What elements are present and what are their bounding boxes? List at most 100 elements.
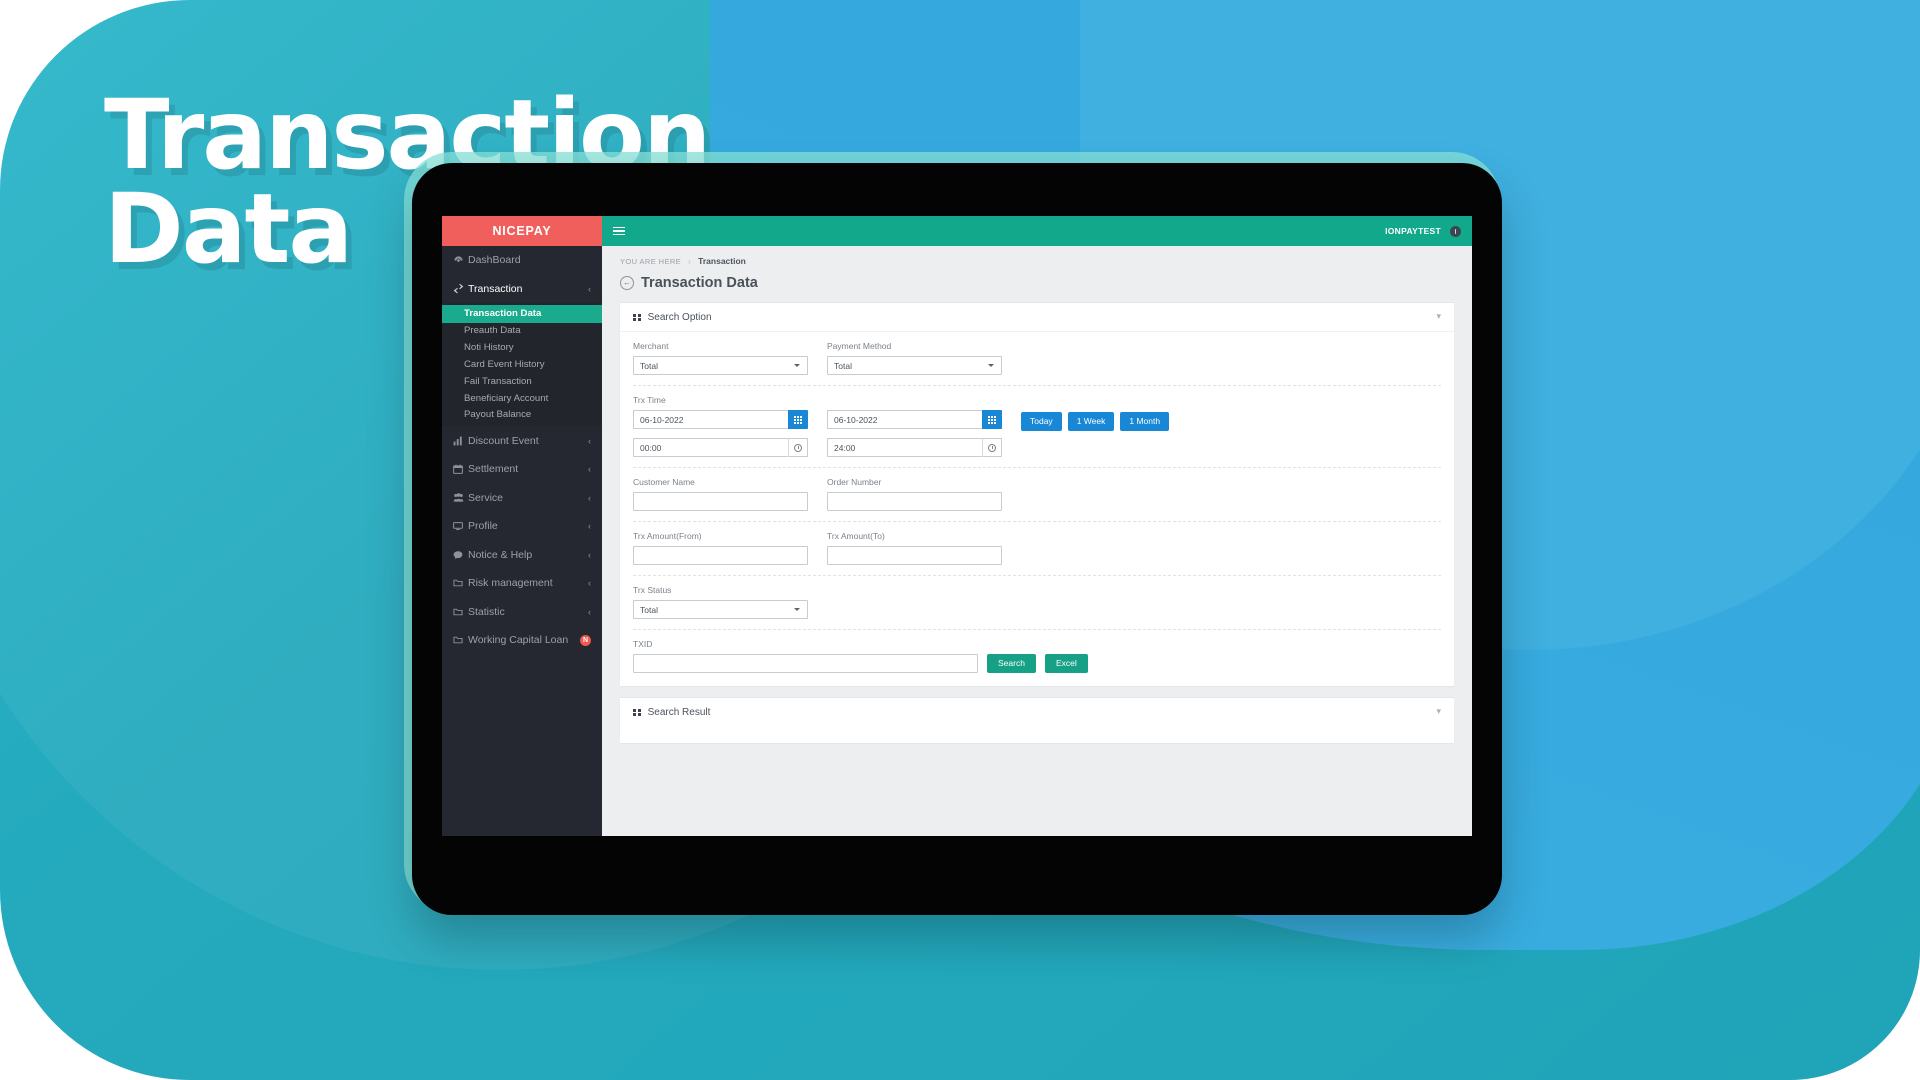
form-row-trx-time: Trx Time 06-10-2022 06-10-2022 Today 1 W…: [633, 386, 1441, 468]
chevron-left-icon: ‹: [588, 464, 591, 475]
sidebar-item-label: DashBoard: [468, 254, 521, 267]
clock-icon[interactable]: [788, 438, 808, 457]
hamburger-icon[interactable]: [613, 226, 625, 236]
trx-amount-to-field: Trx Amount(To): [827, 531, 1002, 565]
sidebar-subitem-noti-history[interactable]: Noti History: [442, 339, 602, 356]
trx-amount-to-input[interactable]: [827, 546, 1002, 565]
main-content: IONPAYTEST YOU ARE HERE › Transaction ← …: [602, 216, 1472, 836]
today-button[interactable]: Today: [1021, 412, 1062, 431]
one-month-button[interactable]: 1 Month: [1120, 412, 1170, 431]
trx-time-to-field: 24:00: [827, 438, 1002, 457]
chevron-left-icon: ‹: [588, 521, 591, 532]
sidebar-subitem-label: Noti History: [464, 342, 514, 354]
calendar-icon[interactable]: [788, 410, 808, 429]
trx-amount-from-field: Trx Amount(From): [633, 531, 808, 565]
search-result-panel: Search Result ▾: [620, 697, 1454, 743]
trx-date-from-group: 06-10-2022: [633, 410, 808, 429]
sidebar-item-label: Discount Event: [468, 434, 539, 447]
sidebar-item-working-capital-loan[interactable]: Working Capital Loan N: [442, 626, 602, 655]
trx-date-to-input[interactable]: 06-10-2022: [827, 410, 982, 429]
chevron-left-icon: ‹: [588, 492, 591, 503]
trx-status-value: Total: [640, 604, 658, 615]
chevron-down-icon[interactable]: ▾: [1436, 312, 1441, 321]
sidebar-item-notice-help[interactable]: Notice & Help ‹: [442, 540, 602, 569]
sidebar-item-label: Service: [468, 491, 504, 504]
sidebar-subitem-label: Payout Balance: [464, 409, 532, 421]
chevron-left-icon: ‹: [588, 435, 591, 446]
user-name[interactable]: IONPAYTEST: [1385, 226, 1441, 236]
payment-method-field: Payment Method Total: [827, 341, 1002, 375]
payment-method-select[interactable]: Total: [827, 356, 1002, 375]
chevron-down-icon[interactable]: ▾: [1436, 707, 1441, 716]
sidebar-item-settlement[interactable]: Settlement ‹: [442, 455, 602, 484]
sidebar-subitem-payout-balance[interactable]: Payout Balance: [442, 406, 602, 423]
page-title: Transaction Data: [641, 275, 758, 291]
sidebar-subitem-preauth-data[interactable]: Preauth Data: [442, 323, 602, 340]
arrow-left-circle-icon[interactable]: ←: [620, 276, 634, 290]
sidebar-subitem-label: Transaction Data: [464, 308, 542, 320]
order-number-input[interactable]: [827, 492, 1002, 511]
trx-status-field: Trx Status Total: [633, 585, 808, 619]
folder-icon: [453, 578, 468, 588]
sidebar-item-transaction[interactable]: Transaction ‹: [442, 275, 602, 304]
form-row-customer: Customer Name Order Number: [633, 468, 1441, 522]
power-icon[interactable]: [1450, 225, 1461, 237]
excel-button[interactable]: Excel: [1044, 654, 1088, 673]
form-row-trx-amount: Trx Amount(From) Trx Amount(To): [633, 522, 1441, 576]
sidebar-subitem-label: Preauth Data: [464, 325, 521, 337]
grid-icon: [633, 708, 641, 717]
trx-amount-to-label: Trx Amount(To): [827, 531, 885, 541]
trx-date-to-group: 06-10-2022: [827, 410, 1002, 429]
sidebar-item-service[interactable]: Service ‹: [442, 483, 602, 512]
form-row-txid: TXID Search Excel: [633, 630, 1441, 686]
trx-amount-from-input[interactable]: [633, 546, 808, 565]
sidebar-item-statistic[interactable]: Statistic ‹: [442, 597, 602, 626]
search-option-header: Search Option ▾: [620, 303, 1454, 332]
sidebar-item-label: Settlement: [468, 463, 519, 476]
sidebar-subitem-label: Fail Transaction: [464, 375, 532, 387]
trx-time-to-group: 24:00: [827, 438, 1002, 457]
sidebar-item-risk-management[interactable]: Risk management ‹: [442, 569, 602, 598]
trx-time-from-field: 00:00: [633, 438, 808, 457]
trx-date-to-value: 06-10-2022: [834, 414, 878, 425]
trx-status-label: Trx Status: [633, 585, 672, 595]
txid-field: TXID: [633, 639, 978, 673]
trx-amount-from-label: Trx Amount(From): [633, 531, 702, 541]
sidebar-item-discount-event[interactable]: Discount Event ‹: [442, 426, 602, 455]
sidebar-subitem-fail-transaction[interactable]: Fail Transaction: [442, 373, 602, 390]
merchant-select[interactable]: Total: [633, 356, 808, 375]
sidebar-subitem-card-event-history[interactable]: Card Event History: [442, 356, 602, 373]
chevron-left-icon: ‹: [588, 283, 591, 294]
sidebar-subitem-transaction-data[interactable]: Transaction Data: [442, 305, 602, 323]
customer-name-input[interactable]: [633, 492, 808, 511]
one-week-button[interactable]: 1 Week: [1067, 412, 1115, 431]
breadcrumb-current[interactable]: Transaction: [698, 256, 746, 266]
calendar-icon[interactable]: [982, 410, 1002, 429]
dashboard-icon: [453, 255, 468, 266]
trx-time-from-input[interactable]: 00:00: [633, 438, 788, 457]
sidebar-subitem-beneficiary-account[interactable]: Beneficiary Account: [442, 390, 602, 407]
txid-input[interactable]: [633, 654, 978, 673]
search-button[interactable]: Search: [987, 654, 1036, 673]
search-option-panel: Search Option ▾ Merchant Total Payment M…: [620, 302, 1454, 686]
topbar: IONPAYTEST: [602, 216, 1472, 246]
monitor-icon: [453, 521, 468, 531]
sidebar-subitem-label: Card Event History: [464, 358, 545, 370]
merchant-field: Merchant Total: [633, 341, 808, 375]
brand-logo[interactable]: NICEPAY: [442, 216, 602, 246]
sidebar-item-label: Transaction: [468, 282, 523, 295]
sidebar-item-profile[interactable]: Profile ‹: [442, 512, 602, 541]
trx-time-from-group: 00:00: [633, 438, 808, 457]
chevron-left-icon: ‹: [588, 549, 591, 560]
trx-time-inputs-row: 00:00 24:00: [633, 438, 1441, 457]
trx-date-from-field: Trx Time 06-10-2022: [633, 395, 808, 429]
sidebar-subitem-label: Beneficiary Account: [464, 392, 549, 404]
clock-icon[interactable]: [982, 438, 1002, 457]
chevron-left-icon: ‹: [588, 578, 591, 589]
page-title-row: ← Transaction Data: [620, 275, 1454, 291]
trx-time-to-input[interactable]: 24:00: [827, 438, 982, 457]
trx-date-from-input[interactable]: 06-10-2022: [633, 410, 788, 429]
sidebar-item-dashboard[interactable]: DashBoard: [442, 246, 602, 275]
trx-status-select[interactable]: Total: [633, 600, 808, 619]
folder-icon: [453, 635, 468, 645]
